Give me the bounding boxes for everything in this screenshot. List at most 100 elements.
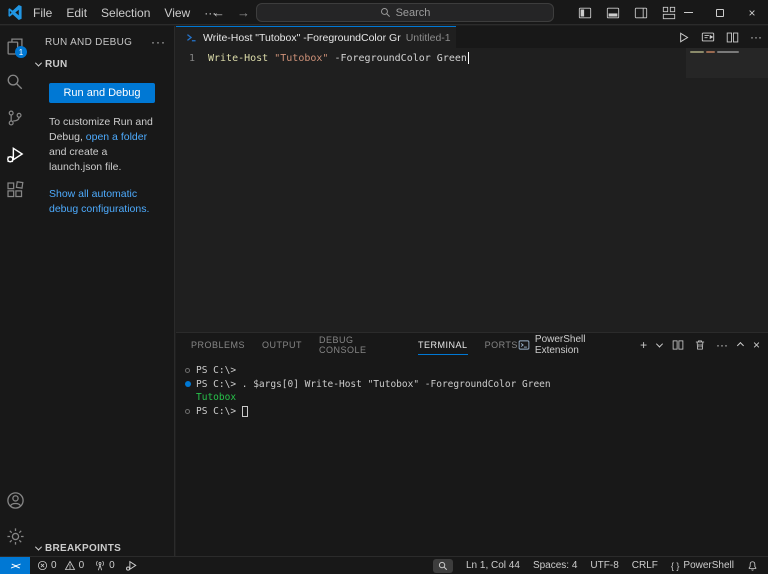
terminal-profile-chevron-icon[interactable]: [656, 340, 664, 348]
customize-hint-text: To customize Run and Debug, open a folde…: [49, 115, 160, 175]
cursor-position-status[interactable]: Ln 1, Col 44: [466, 560, 520, 571]
toggle-panel-icon[interactable]: [606, 6, 620, 20]
error-icon: [37, 560, 48, 571]
navigate-forward-icon[interactable]: →: [237, 5, 250, 20]
menu-bar: File Edit Selection View ···: [26, 0, 223, 25]
terminal-text: PS C:\> . $args[0] Write-Host "Tutobox" …: [196, 378, 551, 390]
terminal-text: Tutobox: [196, 392, 237, 404]
panel-tab-ports[interactable]: PORTS: [485, 333, 518, 357]
remote-indicator-button[interactable]: ><: [0, 557, 30, 574]
panel-more-actions-icon[interactable]: ···: [716, 339, 728, 351]
editor-tab-untitled-1[interactable]: Write-Host "Tutobox" -ForegroundColor Gr…: [176, 26, 456, 48]
menu-item-edit[interactable]: Edit: [59, 4, 94, 22]
warning-icon: [64, 560, 75, 570]
terminal-cursor: [241, 405, 248, 417]
eol-status[interactable]: CRLF: [632, 560, 658, 571]
terminal-line: PS C:\>: [183, 405, 768, 419]
minimize-button[interactable]: [672, 0, 704, 25]
encoding-status[interactable]: UTF-8: [590, 560, 618, 571]
terminal-instance-powershell[interactable]: PowerShell Extension: [518, 334, 630, 356]
terminal-instance-label: PowerShell Extension: [534, 334, 586, 356]
settings-gear-icon[interactable]: [0, 518, 30, 554]
editor-more-actions-icon[interactable]: ···: [750, 31, 762, 43]
new-terminal-icon[interactable]: +: [640, 339, 647, 351]
radio-tower-icon: [96, 560, 105, 570]
sidebar-more-actions-icon[interactable]: ···: [151, 35, 166, 49]
explorer-icon[interactable]: 1: [0, 28, 30, 64]
line-number: 1: [188, 52, 195, 64]
command-decoration-icon[interactable]: [183, 381, 192, 388]
code-line[interactable]: Write-Host "Tutobox" -ForegroundColor Gr…: [208, 52, 469, 64]
terminal-text: PS C:\>: [196, 405, 248, 417]
explorer-badge: 1: [15, 46, 27, 58]
extensions-icon[interactable]: [0, 172, 30, 208]
terminal-line: PS C:\>: [183, 364, 768, 378]
powershell-terminal-icon: [518, 339, 530, 351]
language-label: PowerShell: [683, 560, 734, 571]
editor-region: Write-Host "Tutobox" -ForegroundColor Gr…: [176, 26, 768, 332]
kill-terminal-trash-icon[interactable]: [694, 339, 706, 351]
sidebar-run-and-debug: RUN AND DEBUG ··· RUN Run and Debug To c…: [30, 26, 175, 556]
menu-item-selection[interactable]: Selection: [94, 4, 157, 22]
command-decoration-icon[interactable]: [183, 408, 192, 414]
language-mode-status[interactable]: { } PowerShell: [671, 560, 734, 571]
notifications-bell-icon[interactable]: [747, 560, 758, 572]
menu-item-view[interactable]: View: [157, 4, 197, 22]
problems-status[interactable]: 0 0: [37, 560, 84, 571]
terminal-output[interactable]: PS C:\> PS C:\> . $args[0] Write-Host "Tu…: [176, 357, 768, 418]
close-button[interactable]: ×: [736, 0, 768, 25]
panel-tab-terminal[interactable]: TERMINAL: [418, 333, 468, 357]
show-debug-configurations-link[interactable]: Show all automatic debug configurations.: [49, 187, 160, 217]
split-editor-icon[interactable]: [726, 31, 739, 44]
source-control-icon[interactable]: [0, 100, 30, 136]
menu-item-file[interactable]: File: [26, 4, 59, 22]
panel-tab-problems[interactable]: PROBLEMS: [191, 333, 245, 357]
maximize-panel-chevron-icon[interactable]: [736, 341, 745, 349]
hint-post: and create a launch.json file.: [49, 146, 122, 173]
navigate-back-icon[interactable]: ←: [212, 5, 225, 20]
activity-bar: 1: [0, 26, 30, 556]
open-a-folder-link[interactable]: open a folder: [86, 131, 147, 143]
code-token: -ForegroundColor Green: [328, 53, 467, 64]
search-placeholder: Search: [395, 6, 431, 19]
close-panel-icon[interactable]: ×: [753, 339, 760, 351]
terminal-line: Tutobox: [183, 391, 768, 405]
tab-title: Write-Host "Tutobox" -ForegroundColor Gr: [203, 31, 401, 44]
run-file-icon[interactable]: [677, 31, 690, 44]
remote-icon: ><: [9, 560, 21, 571]
code-token: "Tutobox": [274, 53, 329, 64]
toggle-secondary-sidebar-icon[interactable]: [634, 6, 648, 20]
run-and-debug-button[interactable]: Run and Debug: [49, 83, 155, 103]
run-section-header[interactable]: RUN: [30, 53, 174, 70]
code-token: Write-Host: [208, 53, 269, 64]
panel: PROBLEMS OUTPUT DEBUG CONSOLE TERMINAL PORTS…: [176, 332, 768, 556]
statusbar: >< 0 0 0 Ln 1, Col 44 Spaces: 4 UTF-8 CR…: [0, 556, 768, 574]
ports-status[interactable]: 0: [94, 560, 115, 572]
toggle-primary-sidebar-icon[interactable]: [578, 6, 592, 20]
minimap[interactable]: [686, 48, 768, 78]
panel-tab-debug-console[interactable]: DEBUG CONSOLE: [319, 333, 401, 357]
indentation-status[interactable]: Spaces: 4: [533, 560, 577, 571]
maximize-button[interactable]: [704, 0, 736, 25]
terminal-line: PS C:\> . $args[0] Write-Host "Tutobox" …: [183, 378, 768, 392]
editor-body[interactable]: 1 Write-Host "Tutobox" -ForegroundColor …: [176, 48, 768, 332]
powershell-file-icon: [185, 31, 198, 44]
search-view-icon[interactable]: [0, 64, 30, 100]
magnifier-icon: [438, 561, 448, 570]
chevron-down-icon: [34, 59, 43, 67]
zoom-status-chip[interactable]: [433, 558, 453, 573]
breakpoints-section-header[interactable]: BREAKPOINTS: [30, 540, 174, 556]
search-icon: [380, 7, 391, 18]
chevron-down-icon: [34, 543, 43, 551]
split-terminal-icon[interactable]: [672, 339, 684, 351]
warning-count: 0: [78, 560, 85, 571]
command-center-search[interactable]: Search: [256, 3, 554, 22]
debug-status[interactable]: [125, 559, 138, 572]
terminal-text: PS C:\>: [196, 365, 237, 377]
run-and-debug-icon[interactable]: [0, 136, 30, 172]
accounts-icon[interactable]: [0, 482, 30, 518]
panel-tab-output[interactable]: OUTPUT: [262, 333, 302, 357]
command-decoration-icon[interactable]: [183, 368, 192, 374]
run-or-debug-menu-icon[interactable]: [701, 30, 715, 44]
vscode-logo-icon: [8, 5, 23, 20]
